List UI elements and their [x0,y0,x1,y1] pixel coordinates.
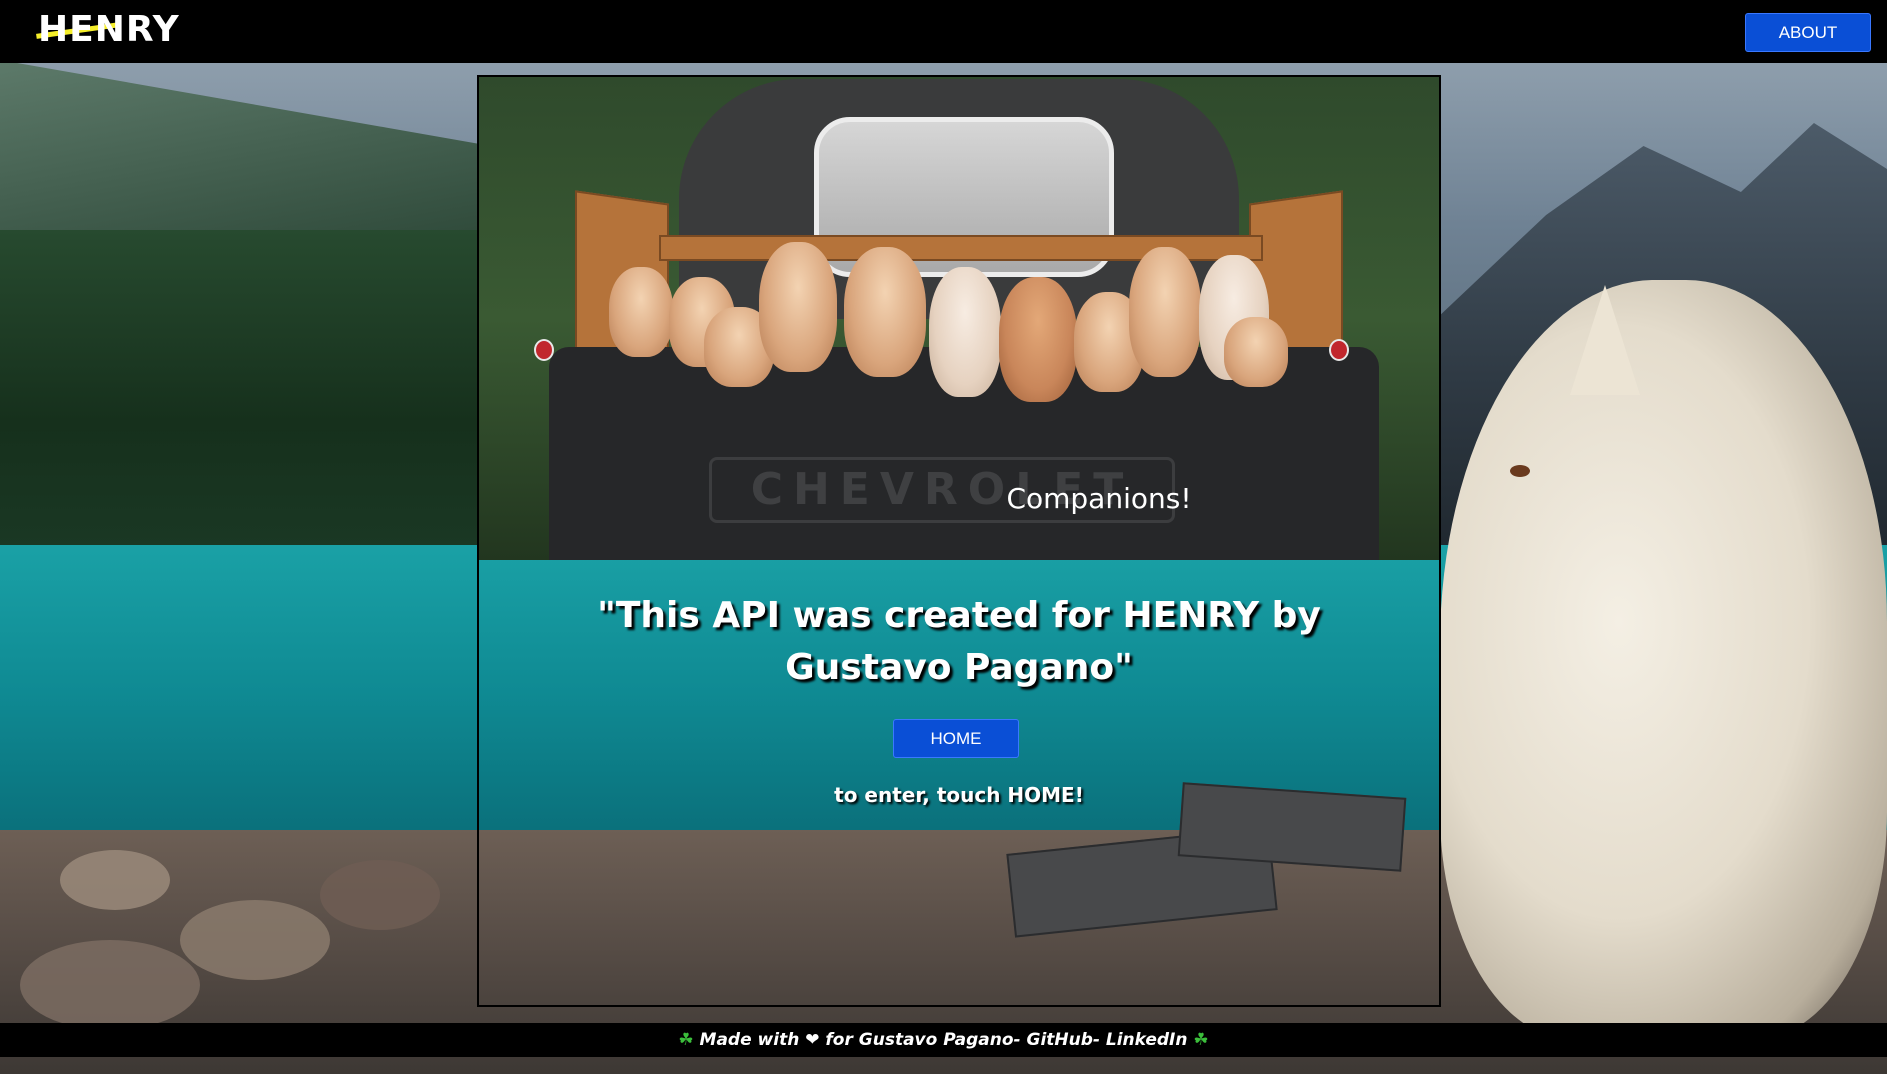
puppy [1129,247,1201,377]
linkedin-link[interactable]: LinkedIn [1106,1030,1188,1050]
puppy [1224,317,1288,387]
puppies-truck-image: CHEVROLET Companions! [479,77,1439,560]
home-button[interactable]: HOME [893,719,1019,758]
taillight [1329,339,1349,361]
puppy [759,242,837,372]
landing-card: CHEVROLET Companions! "This API was crea… [477,75,1441,1007]
github-link[interactable]: GitHub- [1026,1030,1099,1050]
dog-eye [1510,465,1530,477]
card-body: "This API was created for HENRY by Gusta… [479,560,1439,1005]
white-dog-image [1440,280,1887,1040]
henry-logo[interactable]: HENRY [38,8,180,52]
headline: "This API was created for HENRY by Gusta… [597,595,1321,688]
taillight [534,339,554,361]
clover-icon: ☘ [1193,1030,1209,1050]
made-with-text: Made with [699,1030,800,1050]
footer: ☘ Made with ❤ for Gustavo Pagano- GitHub… [0,1023,1887,1057]
puppy [844,247,926,377]
puppy [609,267,673,357]
about-button[interactable]: ABOUT [1745,13,1871,52]
puppy [929,267,1001,397]
for-author-text: for Gustavo Pagano- [825,1030,1021,1050]
enter-instructions: to enter, touch HOME! [834,783,1084,807]
navbar: HENRY ABOUT [0,0,1887,63]
puppy [999,277,1077,402]
image-caption: Companions! [1006,482,1192,515]
clover-icon: ☘ [678,1030,694,1050]
heart-icon: ❤ [805,1030,820,1050]
forest-left [0,230,520,550]
